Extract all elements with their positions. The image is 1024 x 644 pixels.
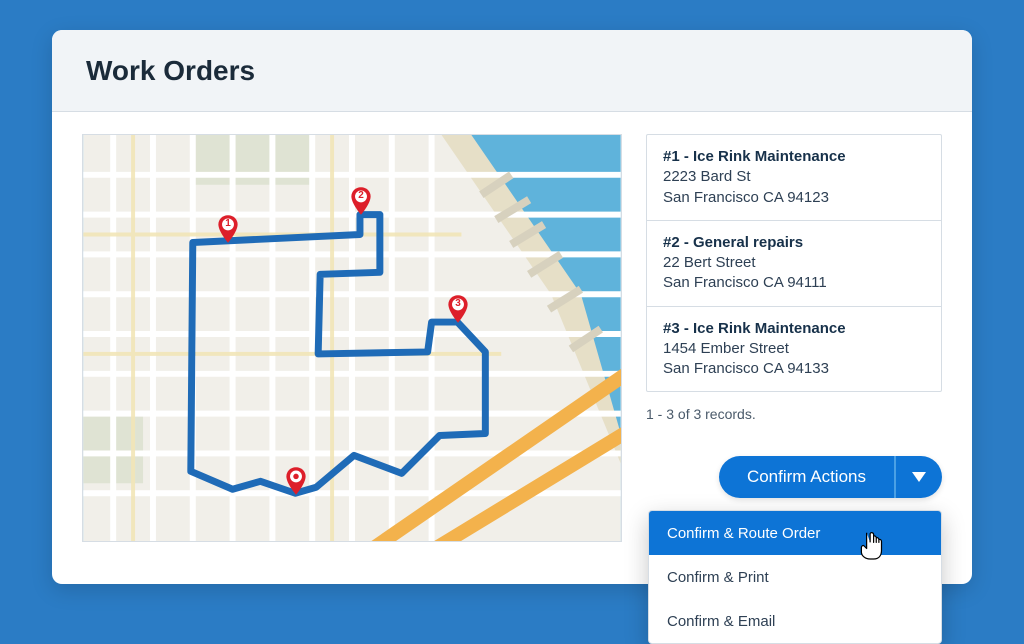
confirm-actions-split-button: Confirm Actions: [719, 456, 942, 498]
order-item[interactable]: #2 - General repairs 22 Bert Street San …: [647, 221, 941, 307]
confirm-actions-caret[interactable]: [894, 456, 942, 498]
order-title: #2 - General repairs: [663, 233, 925, 253]
page-title: Work Orders: [86, 55, 255, 87]
menu-item-label: Confirm & Route Order: [667, 525, 820, 542]
order-item[interactable]: #1 - Ice Rink Maintenance 2223 Bard St S…: [647, 135, 941, 221]
chevron-down-icon: [912, 472, 926, 482]
actions-area: Confirm Actions Confirm & Route Order Co…: [719, 456, 942, 498]
menu-item-label: Confirm & Print: [667, 569, 769, 586]
order-address-line: 1454 Ember Street: [663, 339, 925, 359]
menu-item-confirm-route[interactable]: Confirm & Route Order: [649, 511, 941, 555]
panel-header: Work Orders: [52, 30, 972, 112]
records-count: 1 - 3 of 3 records.: [646, 406, 942, 422]
order-address-line: San Francisco CA 94123: [663, 188, 925, 208]
confirm-actions-menu: Confirm & Route Order Confirm & Print Co…: [648, 510, 942, 644]
order-address-line: 22 Bert Street: [663, 253, 925, 273]
order-address-line: 2223 Bard St: [663, 167, 925, 187]
order-item[interactable]: #3 - Ice Rink Maintenance 1454 Ember Str…: [647, 307, 941, 392]
order-list: #1 - Ice Rink Maintenance 2223 Bard St S…: [646, 134, 942, 392]
order-title: #3 - Ice Rink Maintenance: [663, 319, 925, 339]
menu-item-label: Confirm & Email: [667, 613, 775, 630]
order-address-line: San Francisco CA 94133: [663, 359, 925, 379]
confirm-actions-label: Confirm Actions: [747, 467, 866, 487]
work-orders-panel: Work Orders: [52, 30, 972, 584]
order-address-line: San Francisco CA 94111: [663, 273, 925, 293]
order-title: #1 - Ice Rink Maintenance: [663, 147, 925, 167]
menu-item-confirm-email[interactable]: Confirm & Email: [649, 599, 941, 643]
route-map[interactable]: 1 2 3: [82, 134, 622, 542]
menu-item-confirm-print[interactable]: Confirm & Print: [649, 555, 941, 599]
confirm-actions-button[interactable]: Confirm Actions: [719, 456, 894, 498]
map-canvas: [83, 135, 621, 541]
